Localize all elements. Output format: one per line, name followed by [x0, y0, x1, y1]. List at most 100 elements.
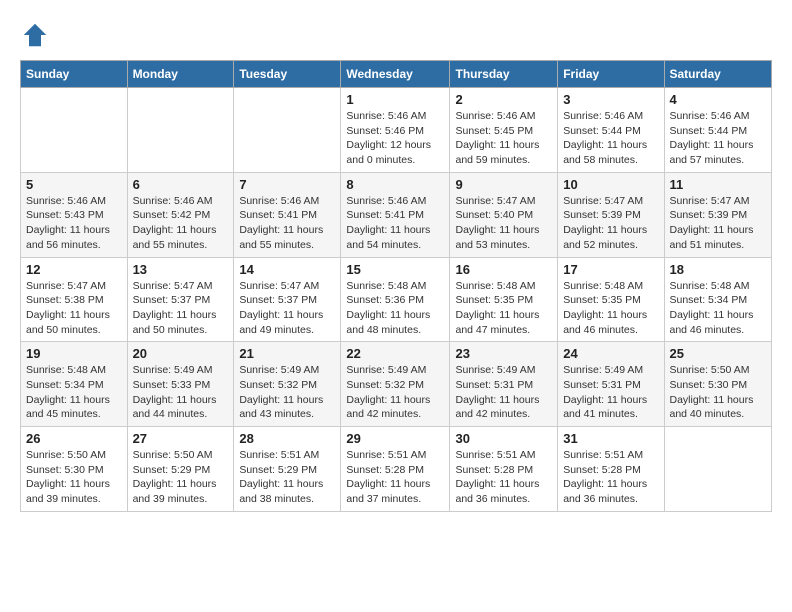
day-info: Sunrise: 5:46 AMSunset: 5:44 PMDaylight:…	[670, 109, 767, 168]
day-cell: 25Sunrise: 5:50 AMSunset: 5:30 PMDayligh…	[664, 342, 772, 427]
day-info: Sunrise: 5:47 AMSunset: 5:38 PMDaylight:…	[26, 279, 122, 338]
day-cell: 27 Sunrise: 5:50 AMSunset: 5:29 PMDayligh…	[127, 427, 234, 512]
week-row-2: 5 Sunrise: 5:46 AMSunset: 5:43 PMDaylight…	[21, 172, 772, 257]
day-cell: 16 Sunrise: 5:48 AMSunset: 5:35 PMDayligh…	[450, 257, 558, 342]
day-info: Sunrise: 5:51 AMSunset: 5:28 PMDaylight:…	[346, 448, 444, 507]
day-cell: 13 Sunrise: 5:47 AMSunset: 5:37 PMDayligh…	[127, 257, 234, 342]
day-number: 16	[455, 262, 552, 277]
logo-icon	[20, 20, 50, 50]
day-info: Sunrise: 5:48 AMSunset: 5:35 PMDaylight:…	[455, 279, 552, 338]
day-cell: 31 Sunrise: 5:51 AMSunset: 5:28 PMDayligh…	[558, 427, 664, 512]
day-cell	[21, 88, 128, 173]
column-header-sunday: Sunday	[21, 61, 128, 88]
day-cell: 9 Sunrise: 5:47 AMSunset: 5:40 PMDaylight…	[450, 172, 558, 257]
day-number: 22	[346, 346, 444, 361]
day-number: 17	[563, 262, 658, 277]
day-info: Sunrise: 5:50 AMSunset: 5:30 PMDaylight:…	[670, 363, 767, 422]
day-number: 30	[455, 431, 552, 446]
day-number: 10	[563, 177, 658, 192]
column-header-friday: Friday	[558, 61, 664, 88]
day-number: 11	[670, 177, 767, 192]
day-info: Sunrise: 5:51 AMSunset: 5:29 PMDaylight:…	[239, 448, 335, 507]
day-number: 8	[346, 177, 444, 192]
day-cell: 11 Sunrise: 5:47 AMSunset: 5:39 PMDayligh…	[664, 172, 772, 257]
day-info: Sunrise: 5:49 AMSunset: 5:31 PMDaylight:…	[563, 363, 658, 422]
day-cell	[234, 88, 341, 173]
day-cell: 12Sunrise: 5:47 AMSunset: 5:38 PMDayligh…	[21, 257, 128, 342]
day-cell: 29Sunrise: 5:51 AMSunset: 5:28 PMDayligh…	[341, 427, 450, 512]
column-header-monday: Monday	[127, 61, 234, 88]
day-number: 28	[239, 431, 335, 446]
day-cell: 14 Sunrise: 5:47 AMSunset: 5:37 PMDayligh…	[234, 257, 341, 342]
day-number: 15	[346, 262, 444, 277]
day-info: Sunrise: 5:50 AMSunset: 5:29 PMDaylight:…	[133, 448, 229, 507]
day-number: 14	[239, 262, 335, 277]
day-info: Sunrise: 5:48 AMSunset: 5:34 PMDaylight:…	[670, 279, 767, 338]
day-cell: 7Sunrise: 5:46 AMSunset: 5:41 PMDaylight…	[234, 172, 341, 257]
day-number: 21	[239, 346, 335, 361]
day-info: Sunrise: 5:47 AMSunset: 5:40 PMDaylight:…	[455, 194, 552, 253]
day-info: Sunrise: 5:49 AMSunset: 5:32 PMDaylight:…	[239, 363, 335, 422]
day-number: 4	[670, 92, 767, 107]
day-number: 5	[26, 177, 122, 192]
day-info: Sunrise: 5:46 AMSunset: 5:45 PMDaylight:…	[455, 109, 552, 168]
day-cell: 19 Sunrise: 5:48 AMSunset: 5:34 PMDayligh…	[21, 342, 128, 427]
day-cell: 22Sunrise: 5:49 AMSunset: 5:32 PMDayligh…	[341, 342, 450, 427]
day-cell: 2Sunrise: 5:46 AMSunset: 5:45 PMDaylight…	[450, 88, 558, 173]
day-info: Sunrise: 5:46 AMSunset: 5:43 PMDaylight:…	[26, 194, 122, 253]
calendar-table: SundayMondayTuesdayWednesdayThursdayFrid…	[20, 60, 772, 512]
day-number: 20	[133, 346, 229, 361]
page-header	[20, 20, 772, 50]
day-info: Sunrise: 5:47 AMSunset: 5:39 PMDaylight:…	[670, 194, 767, 253]
day-cell: 15 Sunrise: 5:48 AMSunset: 5:36 PMDayligh…	[341, 257, 450, 342]
day-number: 6	[133, 177, 229, 192]
week-row-5: 26 Sunrise: 5:50 AMSunset: 5:30 PMDayligh…	[21, 427, 772, 512]
day-info: Sunrise: 5:51 AMSunset: 5:28 PMDaylight:…	[455, 448, 552, 507]
week-row-3: 12Sunrise: 5:47 AMSunset: 5:38 PMDayligh…	[21, 257, 772, 342]
day-cell: 23Sunrise: 5:49 AMSunset: 5:31 PMDayligh…	[450, 342, 558, 427]
logo	[20, 20, 55, 50]
day-number: 3	[563, 92, 658, 107]
week-row-1: 1 Sunrise: 5:46 AMSunset: 5:46 PMDaylight…	[21, 88, 772, 173]
day-number: 26	[26, 431, 122, 446]
day-cell: 21 Sunrise: 5:49 AMSunset: 5:32 PMDayligh…	[234, 342, 341, 427]
day-cell: 28 Sunrise: 5:51 AMSunset: 5:29 PMDayligh…	[234, 427, 341, 512]
day-cell: 4 Sunrise: 5:46 AMSunset: 5:44 PMDaylight…	[664, 88, 772, 173]
day-number: 24	[563, 346, 658, 361]
day-cell: 10 Sunrise: 5:47 AMSunset: 5:39 PMDayligh…	[558, 172, 664, 257]
column-header-thursday: Thursday	[450, 61, 558, 88]
day-info: Sunrise: 5:48 AMSunset: 5:35 PMDaylight:…	[563, 279, 658, 338]
day-info: Sunrise: 5:46 AMSunset: 5:46 PMDaylight:…	[346, 109, 444, 168]
day-cell: 17 Sunrise: 5:48 AMSunset: 5:35 PMDayligh…	[558, 257, 664, 342]
day-number: 31	[563, 431, 658, 446]
day-info: Sunrise: 5:46 AMSunset: 5:44 PMDaylight:…	[563, 109, 658, 168]
day-number: 9	[455, 177, 552, 192]
day-cell: 30 Sunrise: 5:51 AMSunset: 5:28 PMDayligh…	[450, 427, 558, 512]
day-info: Sunrise: 5:47 AMSunset: 5:37 PMDaylight:…	[239, 279, 335, 338]
day-number: 19	[26, 346, 122, 361]
day-info: Sunrise: 5:48 AMSunset: 5:34 PMDaylight:…	[26, 363, 122, 422]
day-cell: 8Sunrise: 5:46 AMSunset: 5:41 PMDaylight…	[341, 172, 450, 257]
day-number: 27	[133, 431, 229, 446]
header-row: SundayMondayTuesdayWednesdayThursdayFrid…	[21, 61, 772, 88]
day-number: 13	[133, 262, 229, 277]
week-row-4: 19 Sunrise: 5:48 AMSunset: 5:34 PMDayligh…	[21, 342, 772, 427]
day-info: Sunrise: 5:47 AMSunset: 5:37 PMDaylight:…	[133, 279, 229, 338]
day-cell: 6Sunrise: 5:46 AMSunset: 5:42 PMDaylight…	[127, 172, 234, 257]
day-info: Sunrise: 5:48 AMSunset: 5:36 PMDaylight:…	[346, 279, 444, 338]
day-cell	[127, 88, 234, 173]
day-info: Sunrise: 5:49 AMSunset: 5:31 PMDaylight:…	[455, 363, 552, 422]
column-header-tuesday: Tuesday	[234, 61, 341, 88]
day-info: Sunrise: 5:51 AMSunset: 5:28 PMDaylight:…	[563, 448, 658, 507]
day-cell: 24 Sunrise: 5:49 AMSunset: 5:31 PMDayligh…	[558, 342, 664, 427]
day-cell: 1 Sunrise: 5:46 AMSunset: 5:46 PMDaylight…	[341, 88, 450, 173]
day-cell: 18Sunrise: 5:48 AMSunset: 5:34 PMDayligh…	[664, 257, 772, 342]
day-cell: 26 Sunrise: 5:50 AMSunset: 5:30 PMDayligh…	[21, 427, 128, 512]
column-header-saturday: Saturday	[664, 61, 772, 88]
day-number: 1	[346, 92, 444, 107]
day-info: Sunrise: 5:50 AMSunset: 5:30 PMDaylight:…	[26, 448, 122, 507]
day-cell: 5 Sunrise: 5:46 AMSunset: 5:43 PMDaylight…	[21, 172, 128, 257]
day-info: Sunrise: 5:47 AMSunset: 5:39 PMDaylight:…	[563, 194, 658, 253]
day-cell	[664, 427, 772, 512]
day-cell: 3 Sunrise: 5:46 AMSunset: 5:44 PMDaylight…	[558, 88, 664, 173]
